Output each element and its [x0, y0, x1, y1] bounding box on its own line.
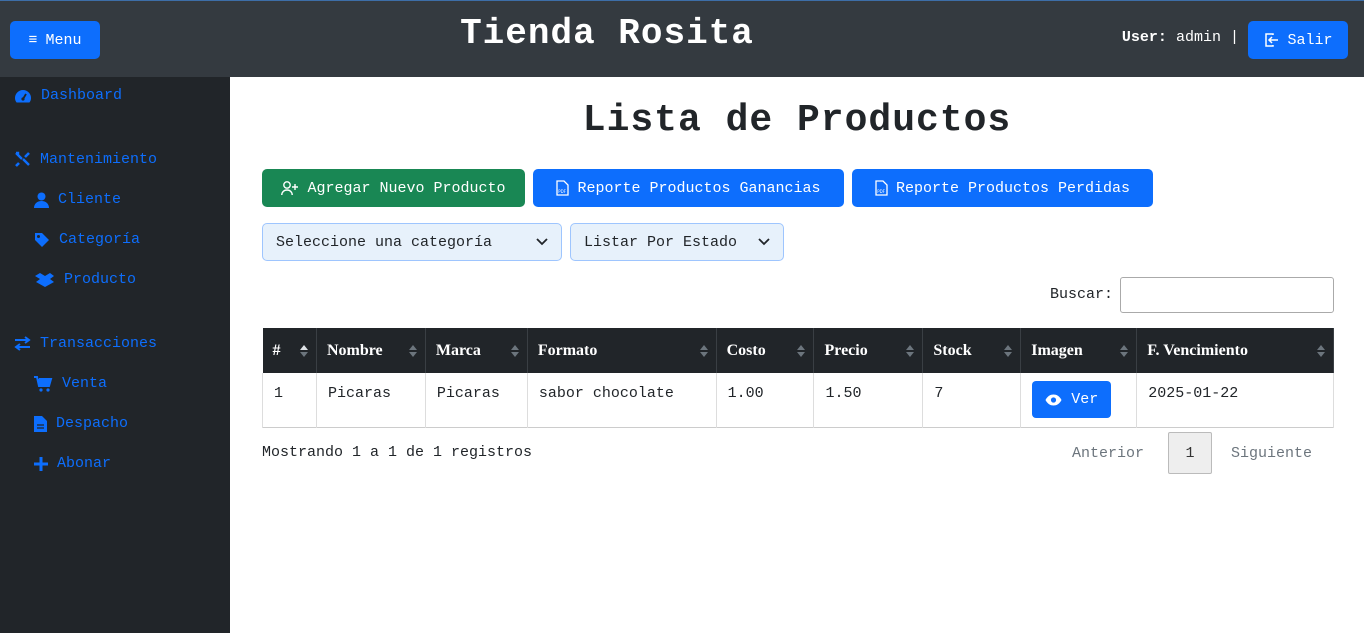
table-header-row: # Nombre Marca Formato Costo Precio Stoc… — [262, 328, 1334, 373]
view-image-button[interactable]: Ver — [1032, 381, 1112, 418]
exchange-icon — [14, 336, 31, 351]
user-prefix: User: — [1121, 29, 1167, 46]
cell-formato: sabor chocolate — [526, 373, 717, 427]
search-label: Buscar: — [1050, 286, 1114, 303]
sidebar-item-label: Cliente — [58, 191, 122, 208]
sidebar-item-label: Venta — [62, 375, 108, 392]
add-product-label: Agregar Nuevo Producto — [307, 179, 506, 197]
gauge-icon — [15, 89, 31, 102]
user-name: admin — [1175, 29, 1221, 46]
table-row: 1 Picaras Picaras sabor chocolate 1.00 1… — [262, 373, 1334, 427]
sidebar-item-label: Despacho — [56, 415, 129, 432]
column-header-precio[interactable]: Precio — [813, 328, 924, 373]
sidebar-item-label: Mantenimiento — [40, 151, 158, 168]
page-title: Lista de Productos — [582, 99, 1012, 142]
sidebar-item-label: Abonar — [57, 455, 112, 472]
sidebar-item-label: Dashboard — [41, 87, 123, 104]
state-select[interactable]: Listar Por Estado — [570, 223, 784, 261]
category-select[interactable]: Seleccione una categoría — [262, 223, 562, 261]
sidebar: Dashboard Mantenimiento Cliente Categorí… — [0, 77, 230, 633]
column-header-imagen[interactable]: Imagen — [1020, 328, 1138, 373]
search-input[interactable] — [1120, 277, 1334, 313]
main-content: Lista de Productos Agregar Nuevo Product… — [230, 77, 1364, 633]
report-gains-label: Reporte Productos Ganancias — [577, 179, 821, 197]
sidebar-item-label: Transacciones — [40, 335, 158, 352]
user-info: User: admin | — [1122, 29, 1239, 46]
pdf-file-icon: PDF — [556, 180, 570, 196]
sidebar-item-label: Producto — [64, 271, 137, 288]
svg-text:PDF: PDF — [559, 189, 567, 194]
pdf-file-icon: PDF — [875, 180, 888, 196]
file-icon — [34, 415, 47, 432]
sort-icon — [299, 344, 308, 357]
cart-icon — [34, 375, 53, 392]
top-navbar: ≡ Menu Tienda Rosita User: admin | Salir — [0, 0, 1364, 77]
user-icon — [34, 192, 49, 208]
sort-icon — [1120, 344, 1129, 357]
logout-label: Salir — [1287, 31, 1333, 49]
user-plus-icon — [281, 180, 299, 195]
chevron-down-icon — [758, 238, 770, 246]
sidebar-item-dashboard[interactable]: Dashboard — [14, 87, 122, 104]
sidebar-item-producto[interactable]: Producto — [34, 271, 136, 288]
logout-button[interactable]: Salir — [1248, 21, 1348, 59]
state-select-value: Listar Por Estado — [584, 233, 738, 251]
report-gains-button[interactable]: PDF Reporte Productos Ganancias — [533, 169, 844, 207]
pagination-page-1[interactable]: 1 — [1168, 432, 1212, 474]
brand-title: Tienda Rosita — [460, 13, 754, 54]
svg-text:PDF: PDF — [877, 189, 885, 194]
products-table: # Nombre Marca Formato Costo Precio Stoc… — [262, 328, 1334, 428]
cell-vencimiento: 2025-01-22 — [1136, 373, 1334, 427]
column-header-formato[interactable]: Formato — [527, 328, 717, 373]
cell-marca: Picaras — [424, 373, 528, 427]
sort-icon — [699, 344, 708, 357]
column-header-nombre[interactable]: Nombre — [316, 328, 426, 373]
cell-stock: 7 — [922, 373, 1022, 427]
column-header-vencimiento[interactable]: F. Vencimiento — [1136, 328, 1334, 373]
eye-icon — [1045, 394, 1062, 405]
plus-icon — [34, 456, 48, 471]
pagination-next[interactable]: Siguiente — [1231, 432, 1312, 474]
add-product-button[interactable]: Agregar Nuevo Producto — [262, 169, 525, 207]
logout-icon — [1265, 33, 1279, 47]
category-select-value: Seleccione una categoría — [276, 233, 493, 251]
column-header-number[interactable]: # — [262, 328, 317, 373]
sort-icon — [1317, 344, 1325, 357]
cell-nombre: Picaras — [315, 373, 426, 427]
cell-number: 1 — [262, 373, 317, 427]
sidebar-item-categoria[interactable]: Categoría — [34, 231, 140, 248]
column-header-costo[interactable]: Costo — [716, 328, 815, 373]
cell-costo: 1.00 — [715, 373, 815, 427]
sort-icon — [510, 344, 519, 357]
chevron-down-icon — [536, 238, 548, 246]
sort-icon — [1004, 344, 1013, 357]
cell-imagen: Ver — [1020, 373, 1138, 427]
sidebar-item-label: Categoría — [59, 231, 141, 248]
sidebar-item-despacho[interactable]: Despacho — [34, 415, 128, 432]
sort-icon — [797, 344, 806, 357]
cell-precio: 1.50 — [813, 373, 924, 427]
sort-icon — [906, 344, 915, 357]
view-image-label: Ver — [1071, 391, 1099, 408]
report-losses-button[interactable]: PDF Reporte Productos Perdidas — [852, 169, 1153, 207]
tools-icon — [15, 151, 30, 167]
sort-icon — [408, 344, 417, 357]
sidebar-item-venta[interactable]: Venta — [34, 375, 107, 392]
sidebar-item-abonar[interactable]: Abonar — [34, 455, 111, 472]
column-header-marca[interactable]: Marca — [425, 328, 528, 373]
boxes-icon — [35, 272, 54, 287]
pagination-prev[interactable]: Anterior — [1072, 432, 1144, 474]
sidebar-item-mantenimiento[interactable]: Mantenimiento — [14, 151, 157, 168]
column-header-stock[interactable]: Stock — [922, 328, 1022, 373]
user-separator: | — [1229, 29, 1239, 46]
report-losses-label: Reporte Productos Perdidas — [895, 179, 1131, 197]
sidebar-item-cliente[interactable]: Cliente — [34, 191, 121, 208]
sidebar-item-transacciones[interactable]: Transacciones — [14, 335, 157, 352]
table-info: Mostrando 1 a 1 de 1 registros — [262, 444, 533, 461]
tag-icon — [35, 232, 49, 247]
